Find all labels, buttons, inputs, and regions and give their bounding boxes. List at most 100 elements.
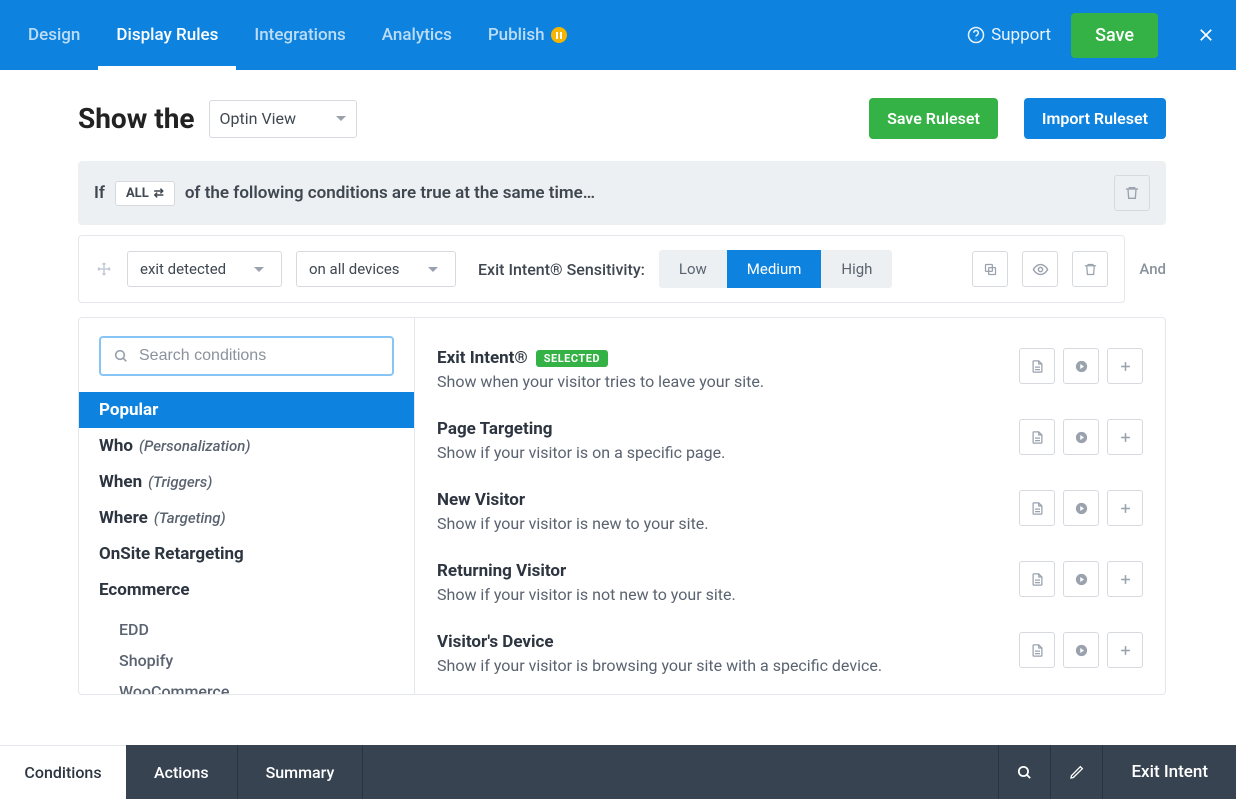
document-icon xyxy=(1030,572,1045,587)
selected-badge: SELECTED xyxy=(536,350,608,367)
option-play-button[interactable] xyxy=(1063,632,1099,668)
cat-when[interactable]: When (Triggers) xyxy=(79,464,414,500)
option-visitors-device: Visitor's Device Show if your visitor is… xyxy=(437,622,1143,693)
option-doc-button[interactable] xyxy=(1019,348,1055,384)
main-content: Show the Optin View Save Ruleset Import … xyxy=(0,70,1236,695)
option-doc-button[interactable] xyxy=(1019,632,1055,668)
option-play-button[interactable] xyxy=(1063,348,1099,384)
bottom-tab-conditions[interactable]: Conditions xyxy=(0,745,126,799)
option-doc-button[interactable] xyxy=(1019,490,1055,526)
document-icon xyxy=(1030,359,1045,374)
close-button[interactable] xyxy=(1176,0,1236,70)
tab-publish-label: Publish xyxy=(488,25,545,45)
option-add-button[interactable] xyxy=(1107,419,1143,455)
sensitivity-high[interactable]: High xyxy=(821,250,892,288)
trigger-select[interactable]: exit detected xyxy=(127,251,282,287)
option-title: New Visitor xyxy=(437,490,525,510)
cat-ecommerce[interactable]: Ecommerce xyxy=(79,572,414,608)
option-add-button[interactable] xyxy=(1107,632,1143,668)
view-select[interactable]: Optin View xyxy=(209,100,358,138)
bottom-search-button[interactable] xyxy=(998,745,1050,799)
preview-button[interactable] xyxy=(1022,251,1058,287)
option-returning-visitor: Returning Visitor Show if your visitor i… xyxy=(437,551,1143,622)
help-icon xyxy=(967,26,985,44)
rule-bar: If ALL ⇄ of the following conditions are… xyxy=(78,161,1166,225)
option-desc: Show if your visitor is browsing your si… xyxy=(437,656,1019,675)
bottom-tab-summary[interactable]: Summary xyxy=(238,745,364,799)
device-select-value: on all devices xyxy=(309,260,400,278)
search-input[interactable] xyxy=(139,347,380,365)
cat-label: Who xyxy=(99,436,133,456)
device-select[interactable]: on all devices xyxy=(296,251,456,287)
option-play-button[interactable] xyxy=(1063,419,1099,455)
trash-icon xyxy=(1124,185,1140,201)
document-icon xyxy=(1030,643,1045,658)
ecom-woocommerce[interactable]: WooCommerce xyxy=(119,676,414,694)
title-row: Show the Optin View Save Ruleset Import … xyxy=(78,98,1166,139)
options-list: Exit Intent® SELECTED Show when your vis… xyxy=(415,318,1165,694)
delete-condition-button[interactable] xyxy=(1072,251,1108,287)
cat-label: Where xyxy=(99,508,148,528)
bottom-edit-button[interactable] xyxy=(1050,745,1102,799)
drag-handle-icon[interactable] xyxy=(95,260,113,278)
bottom-bar: Conditions Actions Summary Exit Intent xyxy=(0,745,1236,799)
cat-sublabel: (Targeting) xyxy=(154,509,226,527)
rule-if-label: If xyxy=(94,183,105,203)
option-doc-button[interactable] xyxy=(1019,561,1055,597)
support-link[interactable]: Support xyxy=(967,25,1051,45)
option-page-targeting: Page Targeting Show if your visitor is o… xyxy=(437,409,1143,480)
cat-label: Popular xyxy=(99,400,158,420)
condition-row: exit detected on all devices Exit Intent… xyxy=(78,235,1125,303)
option-play-button[interactable] xyxy=(1063,490,1099,526)
option-add-button[interactable] xyxy=(1107,490,1143,526)
sensitivity-low[interactable]: Low xyxy=(659,250,727,288)
cat-onsite-retargeting[interactable]: OnSite Retargeting xyxy=(79,536,414,572)
categories-sidebar: Popular Who (Personalization) When (Trig… xyxy=(79,318,415,694)
bottom-tab-actions[interactable]: Actions xyxy=(126,745,238,799)
plus-icon xyxy=(1118,430,1133,445)
tab-integrations[interactable]: Integrations xyxy=(236,0,363,70)
rule-delete-button[interactable] xyxy=(1114,175,1150,211)
cat-popular[interactable]: Popular xyxy=(79,392,414,428)
tab-display-rules[interactable]: Display Rules xyxy=(98,0,236,70)
and-label[interactable]: And xyxy=(1139,260,1166,278)
save-ruleset-button[interactable]: Save Ruleset xyxy=(869,98,998,139)
option-doc-button[interactable] xyxy=(1019,419,1055,455)
top-nav: Design Display Rules Integrations Analyt… xyxy=(0,0,585,70)
play-icon xyxy=(1074,643,1089,658)
ecom-shopify[interactable]: Shopify xyxy=(119,645,414,676)
cat-who[interactable]: Who (Personalization) xyxy=(79,428,414,464)
sensitivity-group: Low Medium High xyxy=(659,250,893,288)
option-desc: Show if your visitor is on a specific pa… xyxy=(437,443,1019,462)
option-desc: Show when your visitor tries to leave yo… xyxy=(437,372,1019,391)
cat-where[interactable]: Where (Targeting) xyxy=(79,500,414,536)
tab-publish[interactable]: Publish xyxy=(470,0,585,70)
ecom-edd[interactable]: EDD xyxy=(119,614,414,645)
document-icon xyxy=(1030,430,1045,445)
plus-icon xyxy=(1118,643,1133,658)
save-button[interactable]: Save xyxy=(1071,13,1158,58)
option-title: Exit Intent® xyxy=(437,348,528,368)
rule-mode-chip[interactable]: ALL ⇄ xyxy=(115,181,175,206)
tab-analytics[interactable]: Analytics xyxy=(364,0,470,70)
search-conditions[interactable] xyxy=(99,336,394,376)
chevron-down-icon xyxy=(254,267,264,272)
rule-mode-value: ALL xyxy=(126,186,149,201)
plus-icon xyxy=(1118,501,1133,516)
option-title: Visitor's Device xyxy=(437,632,554,652)
sensitivity-label: Exit Intent® Sensitivity: xyxy=(478,260,645,279)
tab-design[interactable]: Design xyxy=(10,0,98,70)
sensitivity-medium[interactable]: Medium xyxy=(727,250,822,288)
eye-icon xyxy=(1032,261,1049,278)
play-icon xyxy=(1074,359,1089,374)
cat-sublabel: (Triggers) xyxy=(148,473,212,491)
document-icon xyxy=(1030,501,1045,516)
option-play-button[interactable] xyxy=(1063,561,1099,597)
option-title: Page Targeting xyxy=(437,419,552,439)
option-add-button[interactable] xyxy=(1107,561,1143,597)
import-ruleset-button[interactable]: Import Ruleset xyxy=(1024,98,1166,139)
option-add-button[interactable] xyxy=(1107,348,1143,384)
duplicate-button[interactable] xyxy=(972,251,1008,287)
cat-sublabel: (Personalization) xyxy=(139,437,250,455)
bottom-current-rule[interactable]: Exit Intent xyxy=(1102,745,1236,799)
